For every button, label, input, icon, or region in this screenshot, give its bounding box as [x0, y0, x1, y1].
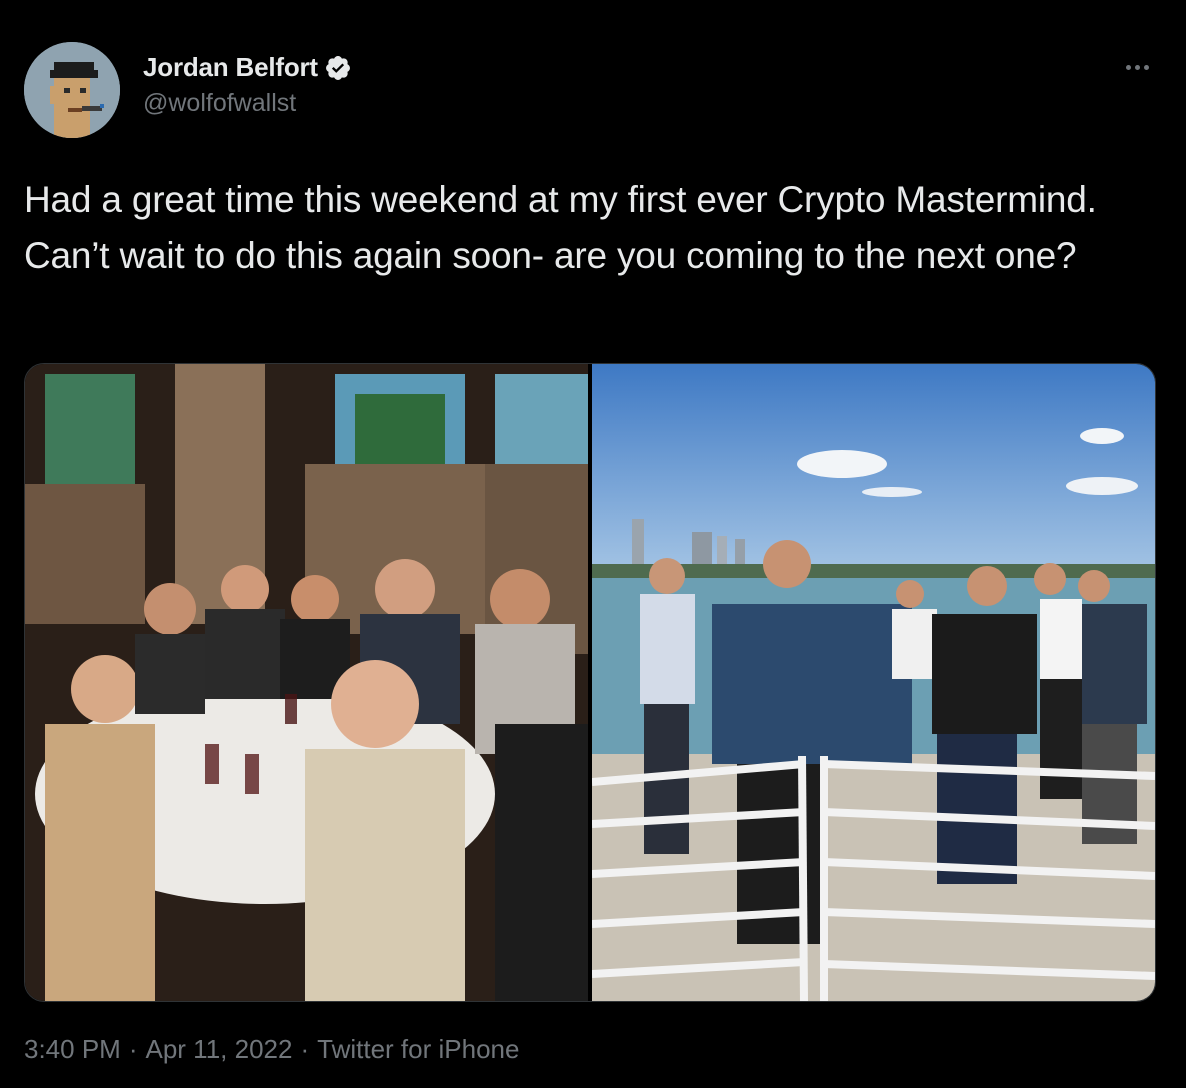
waterfront-group-photo-icon — [592, 364, 1155, 1001]
restaurant-group-photo-icon — [25, 364, 588, 1001]
tweet-meta: 3:40 PM · Apr 11, 2022 · Twitter for iPh… — [24, 1034, 519, 1065]
verified-badge-icon — [324, 54, 352, 82]
pixel-punk-avatar-icon — [24, 42, 120, 138]
name-row: Jordan Belfort — [143, 52, 352, 83]
meta-separator: · — [300, 1034, 310, 1064]
more-options-button[interactable] — [1117, 52, 1157, 82]
photo-waterfront[interactable] — [592, 364, 1155, 1001]
more-dot-icon — [1134, 64, 1140, 70]
tweet-source[interactable]: Twitter for iPhone — [317, 1034, 519, 1065]
more-dot-icon — [1143, 64, 1149, 70]
tweet-time[interactable]: 3:40 PM — [24, 1034, 121, 1065]
tweet-text: Had a great time this weekend at my firs… — [24, 179, 1097, 276]
meta-separator: · — [128, 1034, 138, 1064]
more-dot-icon — [1125, 64, 1131, 70]
photo-restaurant[interactable] — [25, 364, 588, 1001]
author-block: Jordan Belfort @wolfofwallst — [143, 52, 352, 118]
author-display-name[interactable]: Jordan Belfort — [143, 52, 318, 83]
tweet-date[interactable]: Apr 11, 2022 — [146, 1034, 293, 1065]
author-handle[interactable]: @wolfofwallst — [143, 89, 352, 118]
author-avatar[interactable] — [24, 42, 120, 138]
tweet-media — [24, 363, 1156, 1002]
